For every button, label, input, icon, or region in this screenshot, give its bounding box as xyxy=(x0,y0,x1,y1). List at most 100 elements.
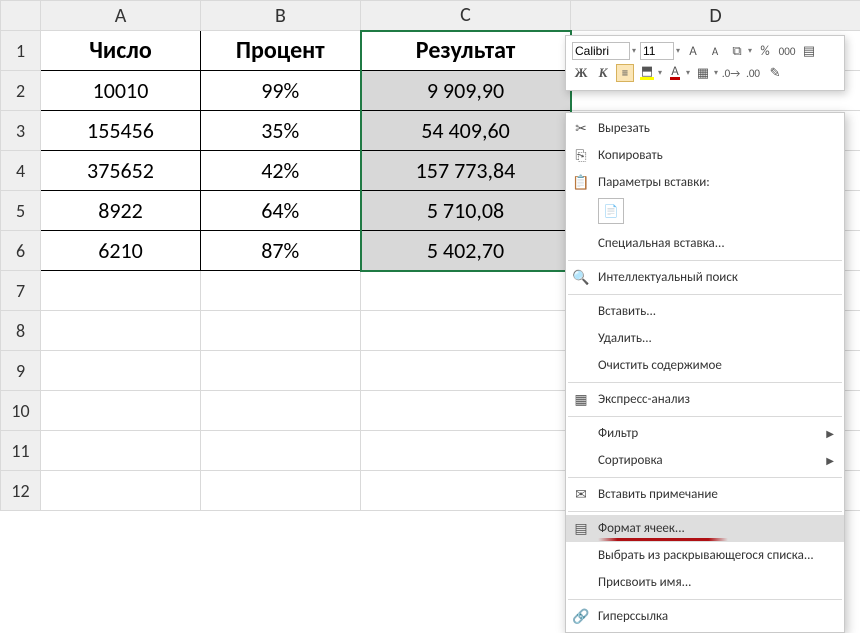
menu-pick-from-list[interactable]: Выбрать из раскрывающегося списка... xyxy=(566,542,844,569)
cell-A2[interactable]: 10010 xyxy=(41,71,201,111)
cell-A4[interactable]: 375652 xyxy=(41,151,201,191)
row-header-9[interactable]: 9 xyxy=(1,351,41,391)
chevron-down-icon[interactable]: ▾ xyxy=(686,68,690,78)
cell-A12[interactable] xyxy=(41,471,201,511)
row-header-6[interactable]: 6 xyxy=(1,231,41,271)
cell-C8[interactable] xyxy=(361,311,571,351)
col-header-D[interactable]: D xyxy=(571,1,860,31)
font-color-button[interactable]: A xyxy=(666,64,684,82)
align-center-button[interactable]: ≡ xyxy=(616,64,634,82)
cell-A10[interactable] xyxy=(41,391,201,431)
cell-B9[interactable] xyxy=(201,351,361,391)
cell-B6[interactable]: 87% xyxy=(201,231,361,271)
decrease-font-button[interactable]: A xyxy=(706,42,724,60)
borders-button[interactable]: ▦ xyxy=(694,64,712,82)
increase-decimal-button[interactable]: .0→ xyxy=(722,64,740,82)
cell-C4[interactable]: 157 773,84 xyxy=(361,151,571,191)
cell-C2[interactable]: 9 909,90 xyxy=(361,71,571,111)
cell-A11[interactable] xyxy=(41,431,201,471)
menu-clear-contents[interactable]: Очистить содержимое xyxy=(566,352,844,379)
row-header-4[interactable]: 4 xyxy=(1,151,41,191)
menu-delete[interactable]: Удалить... xyxy=(566,325,844,352)
cell-B3[interactable]: 35% xyxy=(201,111,361,151)
format-cells-icon: ▤ xyxy=(572,520,590,538)
row-header-12[interactable]: 12 xyxy=(1,471,41,511)
menu-separator xyxy=(568,294,842,295)
cell-C3[interactable]: 54 409,60 xyxy=(361,111,571,151)
bold-button[interactable]: Ж xyxy=(572,64,590,82)
format-painter-button[interactable]: ✎ xyxy=(766,64,784,82)
fill-color-button[interactable]: ⬒ xyxy=(638,64,656,82)
cell-C1[interactable]: Результат xyxy=(361,31,571,71)
menu-filter[interactable]: Фильтр ▶ xyxy=(566,420,844,447)
search-icon: 🔍 xyxy=(572,269,590,287)
cell-C5[interactable]: 5 710,08 xyxy=(361,191,571,231)
cell-C12[interactable] xyxy=(361,471,571,511)
row-header-2[interactable]: 2 xyxy=(1,71,41,111)
cell-B7[interactable] xyxy=(201,271,361,311)
menu-copy[interactable]: ⎘ Копировать xyxy=(566,142,844,169)
row-header-7[interactable]: 7 xyxy=(1,271,41,311)
menu-quick-analysis[interactable]: ▦ Экспресс-анализ xyxy=(566,386,844,413)
select-all-corner[interactable] xyxy=(1,1,41,31)
paste-default-button[interactable]: 📄 xyxy=(598,198,624,224)
menu-paste-special-label: Специальная вставка... xyxy=(598,236,834,251)
merge-button[interactable]: ⧉ xyxy=(728,42,746,60)
row-header-11[interactable]: 11 xyxy=(1,431,41,471)
cell-B11[interactable] xyxy=(201,431,361,471)
cell-C6[interactable]: 5 402,70 xyxy=(361,231,571,271)
cell-B8[interactable] xyxy=(201,311,361,351)
chevron-down-icon[interactable]: ▾ xyxy=(714,68,718,78)
menu-smart-lookup-label: Интеллектуальный поиск xyxy=(598,270,834,285)
menu-cut[interactable]: ✂ Вырезать xyxy=(566,115,844,142)
cell-C7[interactable] xyxy=(361,271,571,311)
menu-paste-options-label: Параметры вставки: xyxy=(598,175,834,190)
cell-A7[interactable] xyxy=(41,271,201,311)
col-header-B[interactable]: B xyxy=(201,1,361,31)
cell-B10[interactable] xyxy=(201,391,361,431)
cell-C11[interactable] xyxy=(361,431,571,471)
increase-font-button[interactable]: A xyxy=(684,42,702,60)
cell-A1[interactable]: Число xyxy=(41,31,201,71)
cell-C10[interactable] xyxy=(361,391,571,431)
col-header-A[interactable]: A xyxy=(41,1,201,31)
menu-paste-special[interactable]: Специальная вставка... xyxy=(566,230,844,257)
font-size-select[interactable] xyxy=(640,42,674,60)
col-header-C[interactable]: C xyxy=(361,1,571,31)
menu-paste-options-header: 📋 Параметры вставки: xyxy=(566,169,844,196)
menu-format-cells[interactable]: ▤ Формат ячеек... xyxy=(566,515,844,542)
menu-hyperlink[interactable]: 🔗 Гиперссылка xyxy=(566,603,844,630)
row-header-1[interactable]: 1 xyxy=(1,31,41,71)
cell-B2[interactable]: 99% xyxy=(201,71,361,111)
percent-format-button[interactable]: % xyxy=(756,42,774,60)
row-header-8[interactable]: 8 xyxy=(1,311,41,351)
number-format-button[interactable]: ▤ xyxy=(800,42,818,60)
cell-A8[interactable] xyxy=(41,311,201,351)
cell-A3[interactable]: 155456 xyxy=(41,111,201,151)
chevron-down-icon[interactable]: ▾ xyxy=(632,46,636,56)
cell-A5[interactable]: 8922 xyxy=(41,191,201,231)
row-header-10[interactable]: 10 xyxy=(1,391,41,431)
menu-define-name[interactable]: Присвоить имя... xyxy=(566,569,844,596)
menu-sort[interactable]: Сортировка ▶ xyxy=(566,447,844,474)
menu-smart-lookup[interactable]: 🔍 Интеллектуальный поиск xyxy=(566,264,844,291)
cell-A6[interactable]: 6210 xyxy=(41,231,201,271)
comma-format-button[interactable]: 000 xyxy=(778,42,796,60)
italic-button[interactable]: К xyxy=(594,64,612,82)
cell-B12[interactable] xyxy=(201,471,361,511)
chevron-down-icon[interactable]: ▾ xyxy=(676,46,680,56)
menu-insert[interactable]: Вставить... xyxy=(566,298,844,325)
cell-B1[interactable]: Процент xyxy=(201,31,361,71)
row-header-5[interactable]: 5 xyxy=(1,191,41,231)
menu-insert-comment[interactable]: ✉ Вставить примечание xyxy=(566,481,844,508)
cell-C9[interactable] xyxy=(361,351,571,391)
decrease-decimal-button[interactable]: .00 xyxy=(744,64,762,82)
chevron-down-icon[interactable]: ▾ xyxy=(748,46,752,56)
chevron-down-icon[interactable]: ▾ xyxy=(658,68,662,78)
cell-A9[interactable] xyxy=(41,351,201,391)
menu-separator xyxy=(568,260,842,261)
row-header-3[interactable]: 3 xyxy=(1,111,41,151)
font-name-select[interactable] xyxy=(572,42,630,60)
cell-B4[interactable]: 42% xyxy=(201,151,361,191)
cell-B5[interactable]: 64% xyxy=(201,191,361,231)
